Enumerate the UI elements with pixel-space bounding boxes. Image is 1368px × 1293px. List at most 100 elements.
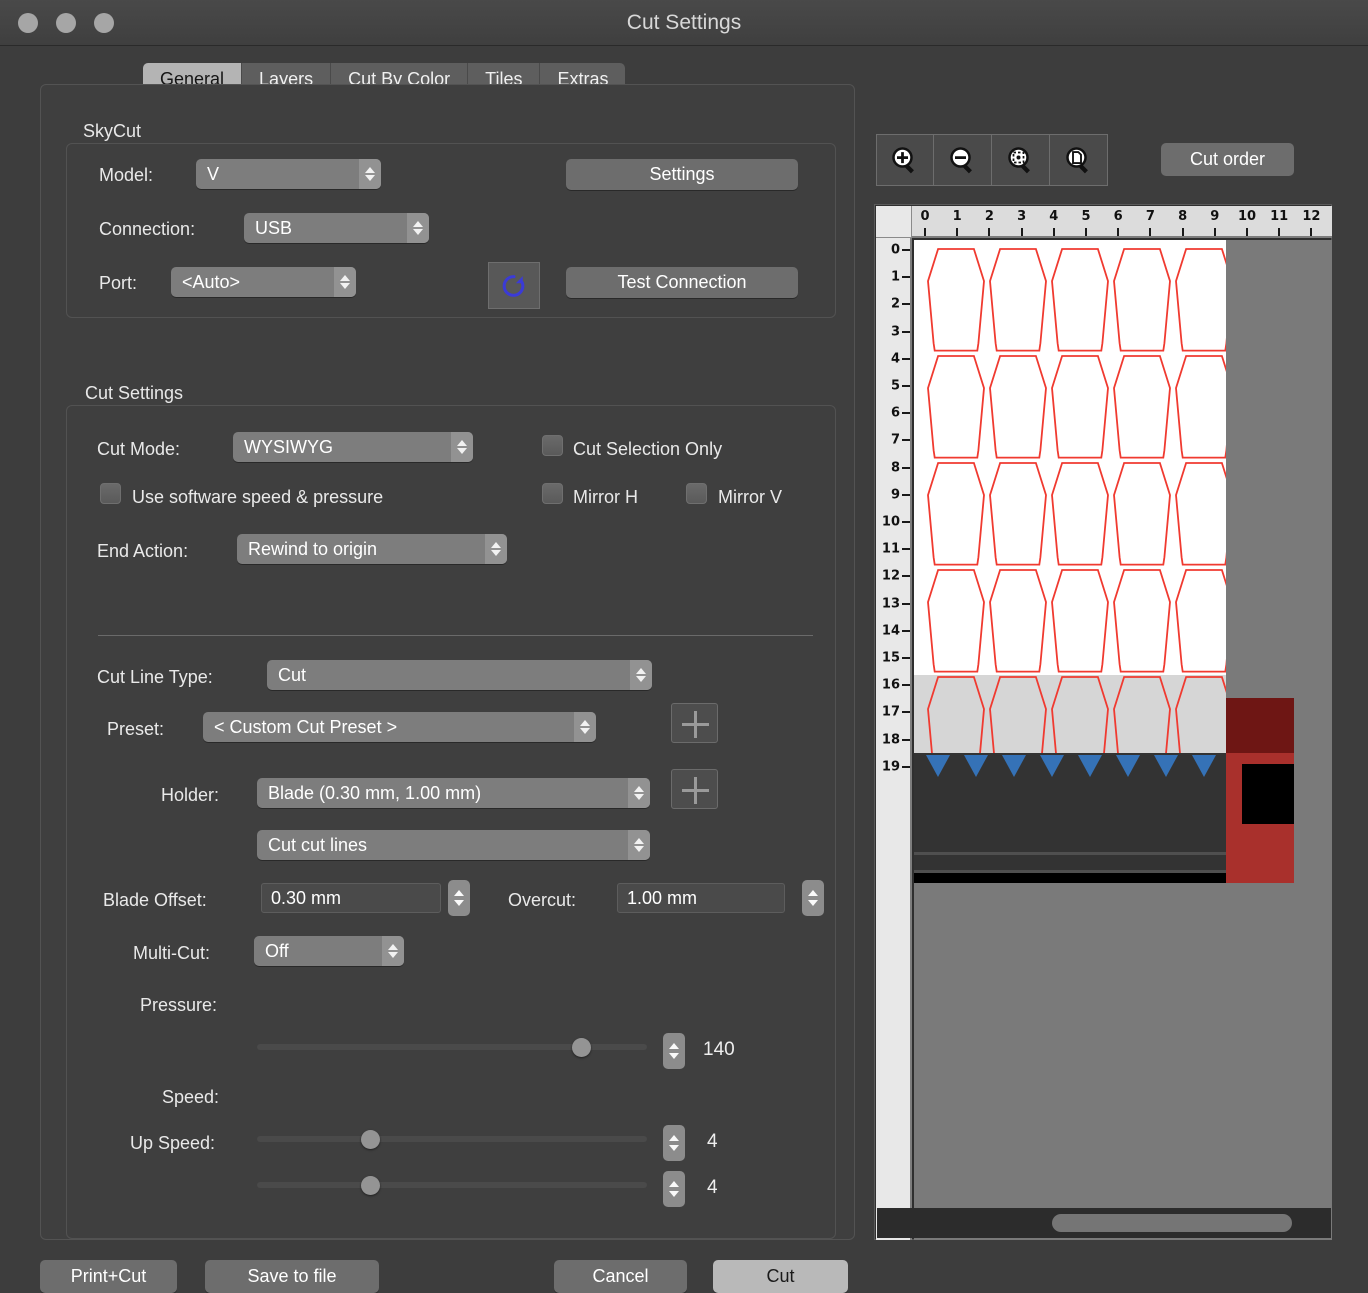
zoom-toolbar [876,134,1108,186]
v-ruler-label: 17 [881,704,900,720]
v-ruler-label: 11 [881,541,900,557]
mirror-v-checkbox[interactable] [686,483,707,504]
preview-canvas[interactable]: 0 1 2 3 4 5 6 7 8 9 10 11 12 0 1 2 3 4 5 6 7 8 9 10 11 12 13 14 15 1… [874,204,1332,1240]
preview-panel: Cut order 0 1 2 3 4 5 6 7 8 9 10 11 12 0 1 2 3 4 5 6 7 8 9 10 1… [871,84,1332,1240]
mirror-v-label: Mirror V [718,487,782,507]
cut-shape [1175,355,1226,459]
connection-select-value: USB [255,217,293,238]
settings-button[interactable]: Settings [566,159,798,190]
chevron-updown-icon [630,660,652,690]
v-ruler-tick [902,684,910,687]
zoom-in-button[interactable] [876,134,934,186]
preset-select[interactable]: < Custom Cut Preset > [203,712,596,742]
cut-order-button[interactable]: Cut order [1161,143,1294,176]
v-ruler-label: 16 [881,677,900,693]
cut-line-type-select-value: Cut [278,664,307,685]
preview-horizontal-scrollbar[interactable] [877,1208,1331,1238]
cut-mode-select[interactable]: WYSIWYG [233,432,473,462]
h-ruler-label: 3 [1017,209,1027,224]
v-ruler-tick [902,493,910,496]
up-speed-label: Up Speed: [130,1133,216,1153]
up-speed-slider-knob[interactable] [360,1176,380,1195]
h-ruler-tick [1213,228,1216,236]
save-to-file-button[interactable]: Save to file [205,1260,379,1293]
zoom-fit-selection-button[interactable] [992,134,1050,186]
holder-label: Holder: [161,785,220,805]
connection-select[interactable]: USB [244,213,429,243]
up-speed-slider-track[interactable] [257,1182,647,1188]
v-ruler-label: 14 [881,623,900,639]
scrollbar-thumb[interactable] [1052,1214,1292,1232]
overcut-input[interactable]: 1.00 mm [617,883,785,913]
h-ruler-label: 0 [920,209,930,224]
multicut-select[interactable]: Off [254,936,404,966]
cut-button[interactable]: Cut [713,1260,848,1293]
speed-slider-knob[interactable] [360,1130,380,1149]
registration-markers [914,755,1226,779]
h-ruler-label: 6 [1113,209,1123,224]
cut-shape [1051,248,1109,352]
v-ruler-label: 13 [881,596,900,612]
v-ruler-tick [902,575,910,578]
cut-shape [1113,676,1171,753]
preset-label: Preset: [107,719,165,739]
mat-viewport[interactable] [914,240,1332,1240]
up-speed-stepper[interactable] [663,1171,685,1207]
use-software-speed-pressure-checkbox[interactable] [100,483,121,504]
h-ruler-tick [1149,228,1152,236]
connection-label: Connection: [99,219,196,239]
v-ruler-label: 2 [890,296,900,312]
registration-marker [1040,755,1064,777]
cut-selection-only-label: Cut Selection Only [573,439,723,459]
model-select[interactable]: V [196,159,381,189]
cut-shape [989,248,1047,352]
cut-shape [1175,248,1226,352]
zoom-fit-page-button[interactable] [1050,134,1108,186]
cut-shape [1175,676,1226,753]
end-action-select[interactable]: Rewind to origin [237,534,507,564]
end-action-select-value: Rewind to origin [248,538,378,559]
h-ruler-label: 1 [952,209,962,224]
h-ruler-label: 9 [1210,209,1220,224]
holder-action-select[interactable]: Cut cut lines [257,830,650,860]
holder-select[interactable]: Blade (0.30 mm, 1.00 mm) [257,778,650,808]
refresh-ports-button[interactable] [488,262,540,309]
blade-offset-stepper[interactable] [448,880,470,916]
zoom-out-button[interactable] [934,134,992,186]
h-ruler-tick [1052,228,1055,236]
h-ruler-tick [988,228,991,236]
v-ruler-tick [902,765,910,768]
registration-marker [1192,755,1216,777]
port-select[interactable]: <Auto> [171,267,356,297]
v-ruler-tick [902,521,910,523]
cut-line-type-select[interactable]: Cut [267,660,652,690]
add-preset-button[interactable] [671,703,718,743]
end-action-label: End Action: [97,541,189,561]
add-holder-button[interactable] [671,769,718,809]
cut-shape [1051,462,1109,566]
v-ruler-label: 5 [890,378,900,394]
chevron-updown-icon [451,432,473,462]
cancel-button[interactable]: Cancel [554,1260,687,1293]
overcut-stepper[interactable] [802,880,824,916]
h-ruler-label: 5 [1081,209,1091,224]
mirror-h-checkbox[interactable] [542,483,563,504]
speed-slider-track[interactable] [257,1136,647,1142]
h-ruler-label: 7 [1145,209,1155,224]
v-ruler-tick [902,249,910,251]
print-cut-button[interactable]: Print+Cut [40,1260,177,1293]
speed-stepper[interactable] [663,1125,685,1161]
test-connection-button[interactable]: Test Connection [566,267,798,298]
cut-selection-only-checkbox[interactable] [542,435,563,456]
h-ruler-tick [1310,228,1313,236]
multicut-select-value: Off [265,940,289,961]
zoom-fit-page-icon [1065,147,1088,174]
h-ruler-label: 8 [1178,209,1188,224]
window-title-bar[interactable]: Cut Settings [0,0,1368,46]
blade-offset-input[interactable]: 0.30 mm [261,883,441,913]
registration-marker [964,755,988,777]
chevron-updown-icon [574,712,596,742]
pressure-stepper[interactable] [663,1033,685,1069]
v-ruler-label: 7 [890,432,900,448]
v-ruler-tick [902,602,910,605]
